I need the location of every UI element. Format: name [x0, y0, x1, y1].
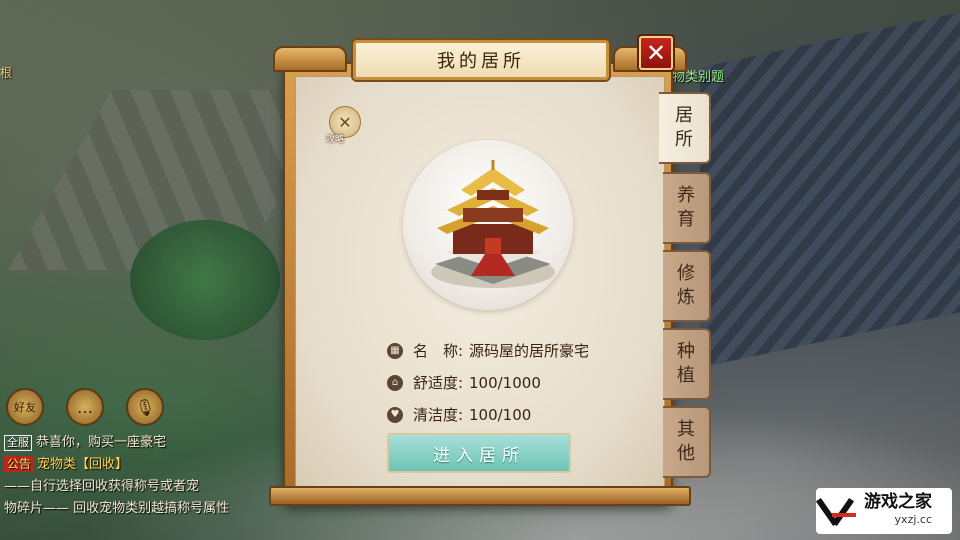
chat-channel-tag: 全服: [4, 435, 32, 451]
close-icon: ✕: [645, 39, 667, 67]
comfort-value: 100/1000: [469, 373, 541, 392]
tab-nurture[interactable]: 养育: [663, 172, 711, 244]
microphone-icon[interactable]: 🎙: [126, 388, 164, 426]
watermark-domain: yxzj.cc: [894, 513, 932, 526]
chat-line: 全服 恭喜你，购买一座豪宅: [4, 432, 304, 454]
cleanliness-value: 100/100: [469, 405, 532, 424]
tab-other[interactable]: 其他: [663, 406, 711, 478]
dialog-bottom-bar: [269, 486, 691, 506]
mansion-image: [431, 160, 555, 288]
info-row-name: ▦ 名 称: 源码屋的居所豪宅: [387, 340, 589, 361]
residence-dialog: 我的居所 ✕ 居所 养育 修炼 种植 其他 ✕ 攻略 ▦ 名 称: 源码屋的居所…: [263, 36, 711, 506]
info-row-comfort: ⌂ 舒适度: 100/1000: [387, 372, 541, 393]
info-row-cleanliness: ♥ 清洁度: 100/100: [387, 404, 531, 425]
house-icon: ⌂: [387, 374, 403, 391]
chat-log[interactable]: 全服 恭喜你，购买一座豪宅 公告 宠物类【回收】 ——自行选择回收获得称号或者宠 物…: [4, 432, 304, 520]
chat-line: 公告 宠物类【回收】: [4, 454, 304, 476]
chat-line: ——自行选择回收获得称号或者宠: [4, 479, 200, 494]
hud-top-left-label: 根: [0, 66, 13, 80]
friends-icon[interactable]: 好友: [6, 388, 44, 426]
grid-icon: ▦: [387, 342, 403, 359]
guide-badge-label: 攻略: [326, 135, 345, 145]
roof-tiles: [700, 12, 960, 368]
tree: [130, 220, 280, 340]
watermark-badge: 游戏之家 yxzj.cc: [815, 488, 952, 534]
residence-name: 源码屋的居所豪宅: [469, 342, 590, 360]
watermark-brand: 游戏之家: [864, 492, 932, 512]
chat-line: 物碎片—— 回收宠物类别越搞称号属性: [4, 501, 230, 516]
close-button[interactable]: ✕: [639, 36, 673, 70]
yx-logo-icon: [815, 493, 858, 529]
tab-planting[interactable]: 种植: [663, 328, 711, 400]
dialog-title-plate: 我的居所: [353, 40, 609, 80]
dialog-title: 我的居所: [437, 51, 525, 72]
tab-cultivate[interactable]: 修炼: [663, 250, 711, 322]
enter-residence-button[interactable]: 进入居所: [387, 433, 571, 473]
tab-residence[interactable]: 居所: [659, 92, 711, 164]
heart-icon: ♥: [387, 406, 403, 423]
title-wing-left: [273, 46, 347, 72]
chat-bubble-icon[interactable]: …: [66, 388, 104, 426]
announcement-tag: 公告: [4, 456, 35, 472]
